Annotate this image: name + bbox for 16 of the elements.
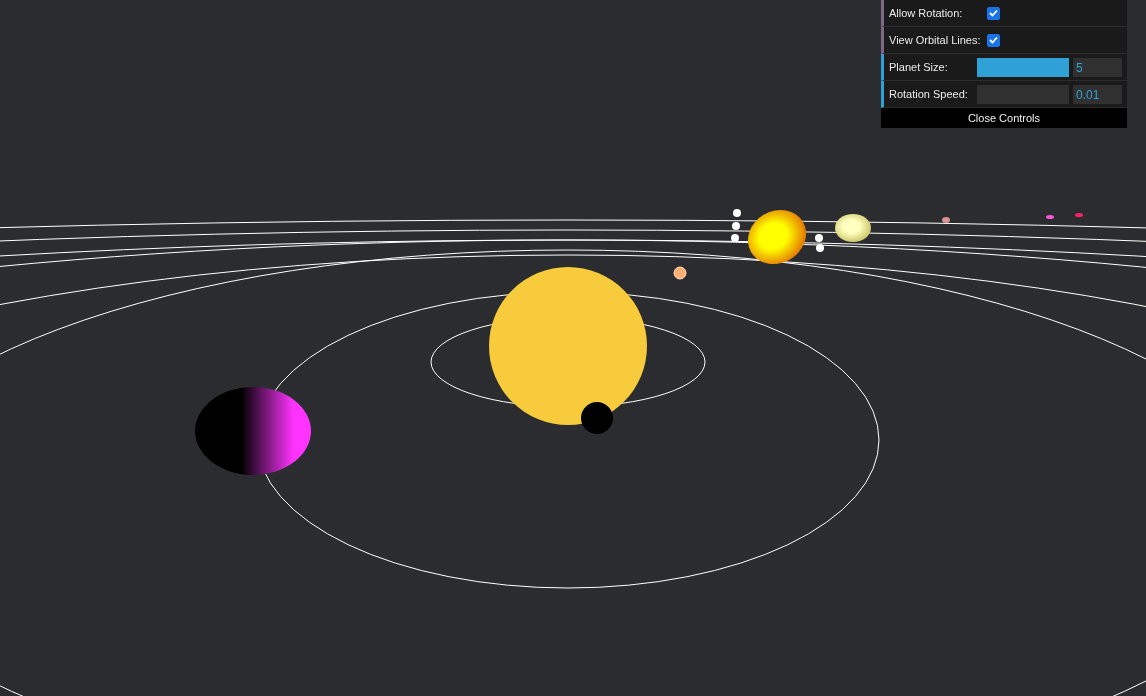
distant-planet: [942, 217, 950, 223]
control-label: Allow Rotation:: [889, 7, 964, 19]
checkbox[interactable]: [987, 33, 1000, 47]
dark-planet: [581, 402, 613, 434]
planet: [835, 214, 871, 242]
distant-planet: [1075, 213, 1083, 217]
distant-planet: [1046, 215, 1054, 219]
checkbox[interactable]: [987, 6, 1000, 20]
number-field[interactable]: 5: [1073, 57, 1122, 77]
close-controls-button[interactable]: Close Controls: [881, 108, 1127, 128]
control-label: Rotation Speed:: [889, 88, 969, 100]
slider[interactable]: [977, 57, 1069, 77]
number-field[interactable]: 0.01: [1073, 84, 1122, 104]
control-label: Planet Size:: [889, 61, 949, 73]
small-planet: [673, 266, 687, 280]
planet: [748, 210, 806, 264]
